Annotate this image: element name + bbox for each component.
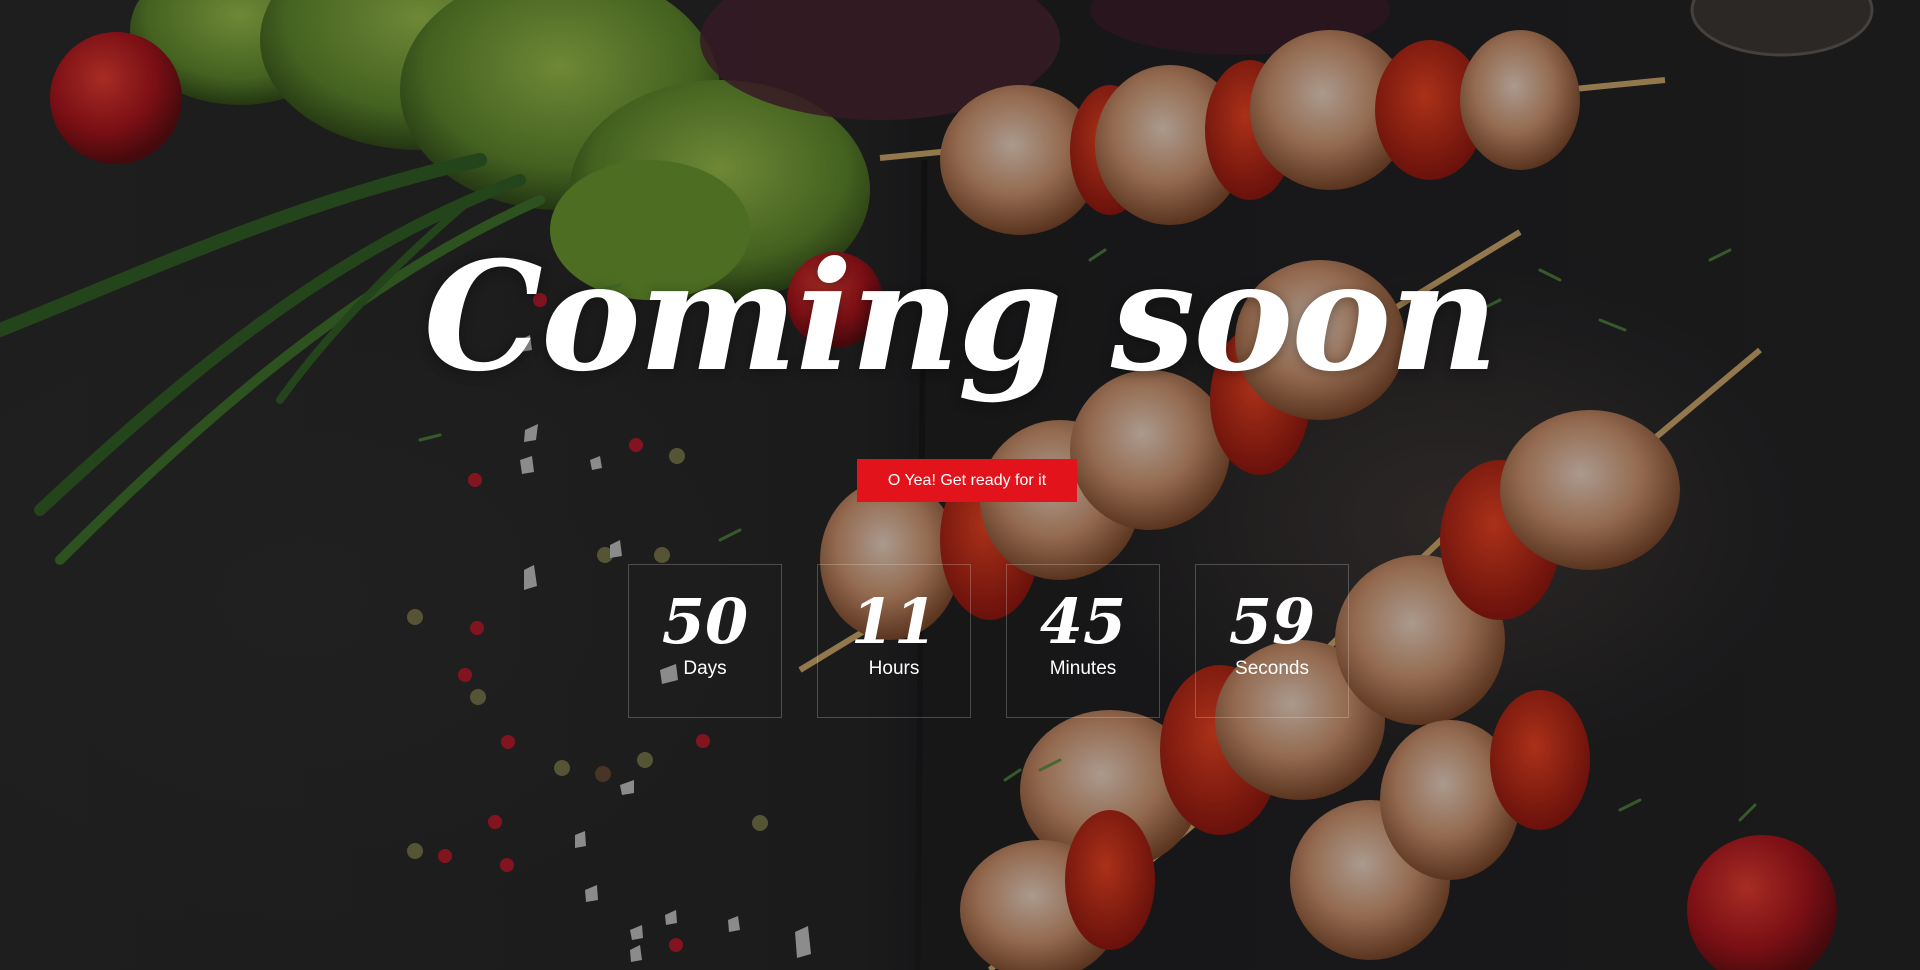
countdown-label: Days (683, 658, 727, 679)
countdown-value: 50 (661, 585, 749, 658)
countdown-label: Minutes (1049, 658, 1117, 679)
countdown-days: 50 Days (628, 564, 782, 718)
cta-button[interactable]: O Yea! Get ready for it (857, 459, 1077, 502)
page-title: Coming soon (423, 229, 1499, 405)
countdown-value: 11 (850, 585, 938, 658)
countdown-minutes: 45 Minutes (1006, 564, 1160, 718)
countdown-timer: 50 Days 11 Hours 45 Minutes 59 Seconds (628, 564, 1349, 718)
countdown-label: Hours (868, 658, 920, 679)
coming-soon-page: Coming soon O Yea! Get ready for it 50 D… (0, 0, 1920, 970)
countdown-hours: 11 Hours (817, 564, 971, 718)
countdown-value: 45 (1039, 585, 1127, 658)
countdown-seconds: 59 Seconds (1195, 564, 1349, 718)
countdown-value: 59 (1228, 585, 1316, 658)
countdown-label: Seconds (1235, 658, 1309, 679)
